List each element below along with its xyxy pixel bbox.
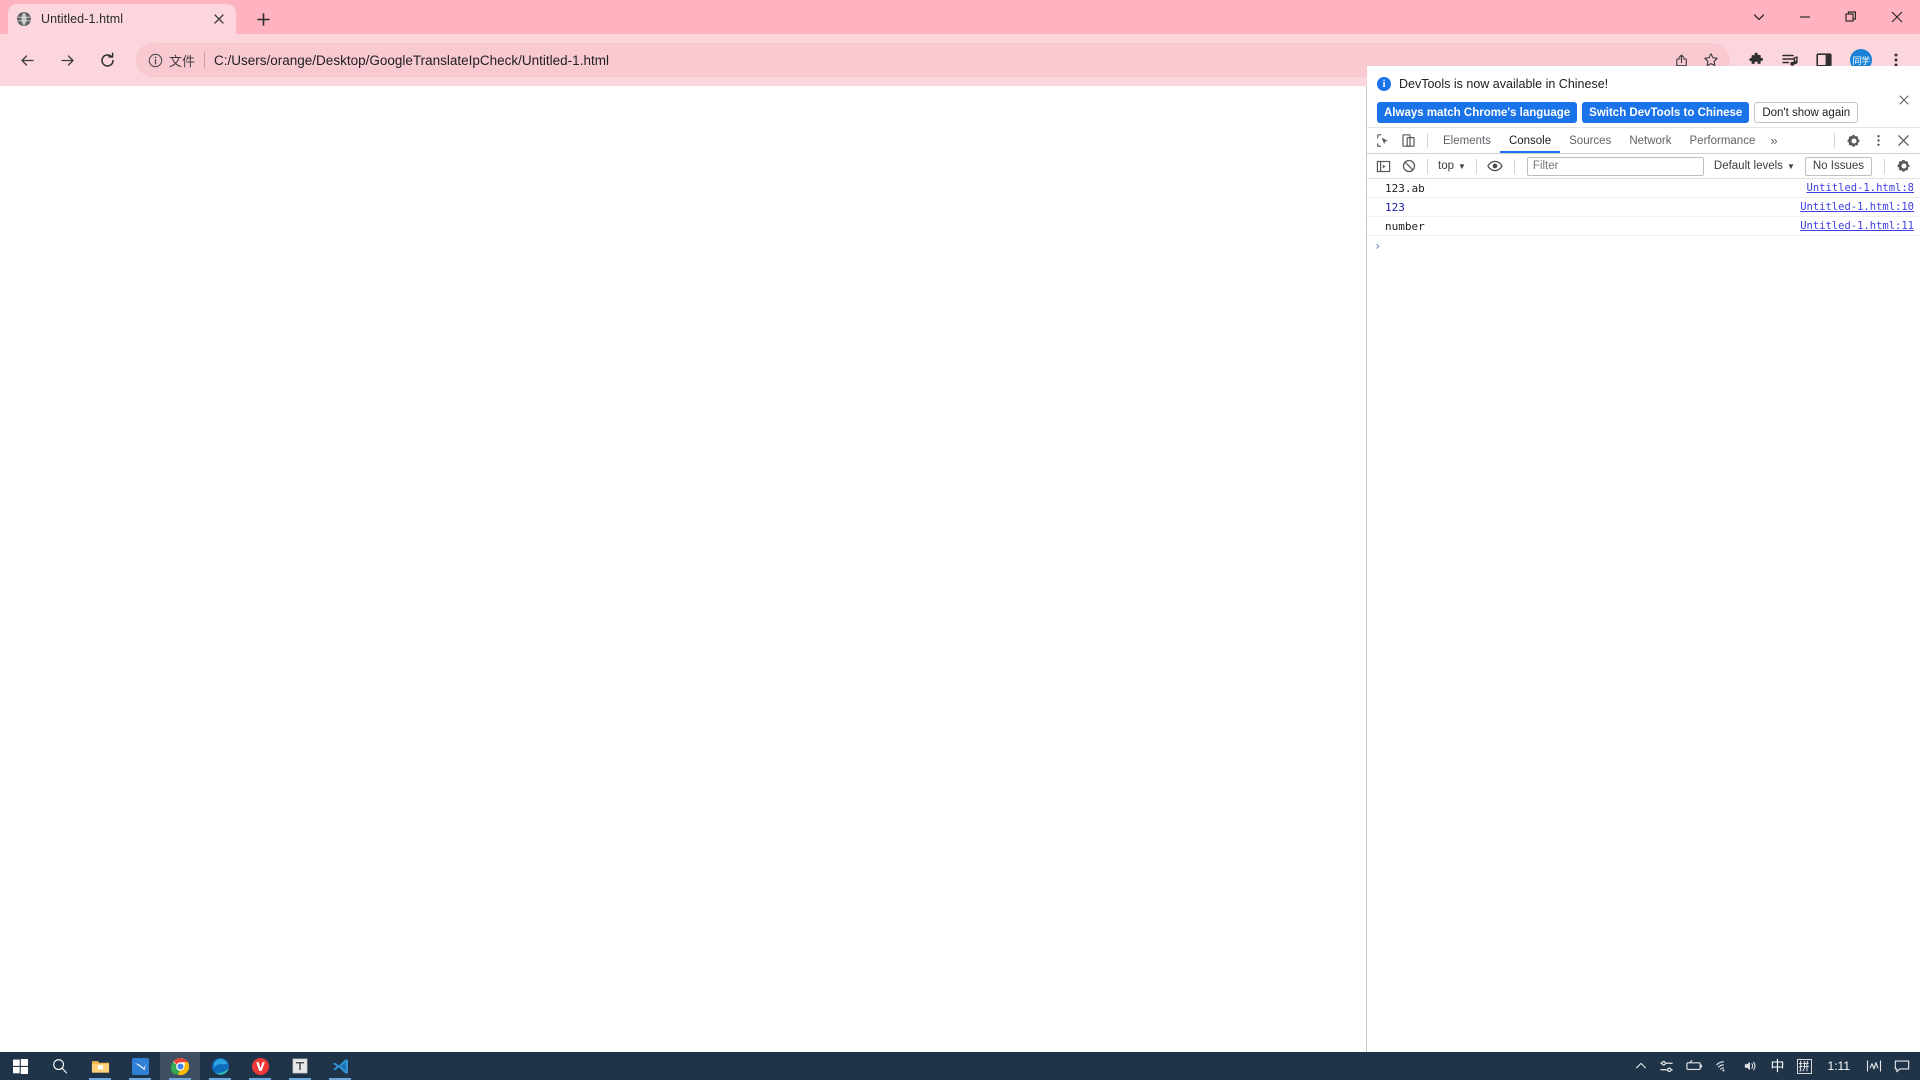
performance-monitor-icon[interactable] bbox=[1860, 1052, 1888, 1080]
reload-button[interactable] bbox=[90, 43, 124, 77]
prompt-caret-icon: › bbox=[1374, 239, 1382, 253]
search-button[interactable] bbox=[40, 1052, 80, 1080]
ime-mode-indicator[interactable]: 拼 bbox=[1791, 1052, 1818, 1080]
inspect-cursor-icon[interactable] bbox=[1371, 129, 1396, 153]
gear-icon[interactable] bbox=[1841, 129, 1866, 153]
microsoft-edge-button[interactable] bbox=[200, 1052, 240, 1080]
banner-close-icon[interactable] bbox=[1896, 92, 1912, 108]
forward-button[interactable] bbox=[50, 43, 84, 77]
console-log-row[interactable]: 123 Untitled-1.html:10 bbox=[1367, 198, 1920, 217]
file-explorer-button[interactable] bbox=[80, 1052, 120, 1080]
tab-console[interactable]: Console bbox=[1500, 128, 1560, 153]
tabbar-divider bbox=[1427, 133, 1428, 148]
console-log-row[interactable]: 123.ab Untitled-1.html:8 bbox=[1367, 179, 1920, 198]
banner-actions: Always match Chrome's language Switch De… bbox=[1377, 102, 1910, 123]
tabbar-divider-right bbox=[1834, 133, 1835, 148]
battery-icon[interactable] bbox=[1680, 1052, 1709, 1080]
consolebar-divider-1 bbox=[1427, 158, 1428, 174]
clock[interactable]: 1:11 bbox=[1818, 1059, 1860, 1073]
consolebar-divider-3 bbox=[1513, 158, 1515, 174]
console-context-selector[interactable]: top ▼ bbox=[1434, 156, 1470, 176]
minimize-button[interactable] bbox=[1782, 0, 1828, 34]
info-circle-icon[interactable] bbox=[146, 51, 164, 69]
clear-console-icon[interactable] bbox=[1396, 154, 1421, 178]
console-settings-gear-icon[interactable] bbox=[1891, 154, 1916, 178]
ime-mode-box: 拼 bbox=[1796, 1058, 1812, 1074]
tab-sources[interactable]: Sources bbox=[1560, 128, 1620, 153]
tray-overflow-icon[interactable] bbox=[1629, 1052, 1653, 1080]
tab-title: Untitled-1.html bbox=[41, 12, 124, 26]
banner-message-row: i DevTools is now available in Chinese! bbox=[1377, 74, 1910, 94]
volume-icon[interactable] bbox=[1737, 1052, 1765, 1080]
new-tab-button[interactable] bbox=[250, 6, 276, 32]
live-expression-icon[interactable] bbox=[1483, 154, 1508, 178]
always-match-chrome-language-button[interactable]: Always match Chrome's language bbox=[1377, 102, 1578, 123]
console-sidebar-icon[interactable] bbox=[1371, 154, 1396, 178]
google-chrome-button[interactable] bbox=[160, 1052, 200, 1080]
issues-button[interactable]: No Issues bbox=[1804, 156, 1872, 176]
console-output[interactable]: 123.ab Untitled-1.html:8 123 Untitled-1.… bbox=[1367, 179, 1920, 1058]
omnibox-scheme-label: 文件 bbox=[169, 53, 196, 69]
windows-taskbar: 中 拼 1:11 bbox=[0, 1052, 1920, 1080]
close-window-button[interactable] bbox=[1874, 0, 1920, 34]
consolebar-divider-4 bbox=[1884, 158, 1885, 174]
device-toggle-icon[interactable] bbox=[1396, 129, 1421, 153]
tab-close-icon[interactable] bbox=[210, 10, 228, 28]
wifi-icon[interactable] bbox=[1709, 1052, 1737, 1080]
log-source-link[interactable]: Untitled-1.html:10 bbox=[1800, 201, 1914, 213]
back-button[interactable] bbox=[10, 43, 44, 77]
console-log-row[interactable]: number Untitled-1.html:11 bbox=[1367, 217, 1920, 236]
start-button[interactable] bbox=[0, 1052, 40, 1080]
tab-performance[interactable]: Performance bbox=[1681, 128, 1765, 153]
more-tabs-icon[interactable]: » bbox=[1764, 133, 1783, 148]
chevron-down-icon: ▼ bbox=[1458, 161, 1466, 171]
window-controls bbox=[1736, 0, 1920, 34]
tab-strip: Untitled-1.html bbox=[0, 0, 1920, 34]
console-prompt[interactable]: › bbox=[1367, 236, 1920, 256]
typora-button[interactable] bbox=[280, 1052, 320, 1080]
bird-app-button[interactable] bbox=[120, 1052, 160, 1080]
switch-devtools-to-chinese-button[interactable]: Switch DevTools to Chinese bbox=[1582, 102, 1750, 123]
devtools-more-menu-icon[interactable] bbox=[1866, 129, 1891, 153]
log-message: number bbox=[1385, 219, 1425, 233]
log-source-link[interactable]: Untitled-1.html:8 bbox=[1807, 182, 1914, 194]
maximize-button[interactable] bbox=[1828, 0, 1874, 34]
dont-show-again-button[interactable]: Don't show again bbox=[1754, 102, 1859, 123]
vivaldi-button[interactable] bbox=[240, 1052, 280, 1080]
system-tray: 中 拼 1:11 bbox=[1629, 1052, 1920, 1080]
devtools-tab-bar: Elements Console Sources Network Perform… bbox=[1367, 128, 1920, 154]
devtools-close-icon[interactable] bbox=[1891, 129, 1916, 153]
banner-message: DevTools is now available in Chinese! bbox=[1399, 77, 1609, 91]
context-label: top bbox=[1438, 160, 1454, 172]
omnibox-separator bbox=[204, 52, 206, 68]
log-message: 123 bbox=[1385, 200, 1405, 214]
ime-language-indicator[interactable]: 中 bbox=[1765, 1052, 1791, 1080]
chevron-down-icon-levels: ▼ bbox=[1786, 161, 1795, 171]
tab-network[interactable]: Network bbox=[1620, 128, 1680, 153]
log-message: 123.ab bbox=[1385, 181, 1425, 195]
browser-tab[interactable]: Untitled-1.html bbox=[8, 4, 236, 34]
page-viewport[interactable] bbox=[0, 86, 1366, 1052]
devtools-language-banner: i DevTools is now available in Chinese! … bbox=[1367, 66, 1920, 128]
vscode-button[interactable] bbox=[320, 1052, 360, 1080]
notification-icon[interactable] bbox=[1888, 1052, 1916, 1080]
console-toolbar: top ▼ Default levels ▼ No Issues bbox=[1367, 154, 1920, 179]
devtools-panel: i DevTools is now available in Chinese! … bbox=[1367, 66, 1920, 1058]
consolebar-divider-2 bbox=[1475, 158, 1477, 174]
browser-window: Untitled-1.html 文件 C:/Users/orange/Deskt… bbox=[0, 0, 1920, 1058]
tab-search-button[interactable] bbox=[1736, 0, 1782, 34]
info-icon: i bbox=[1377, 77, 1391, 91]
network-settings-icon[interactable] bbox=[1653, 1052, 1680, 1080]
console-filter-input[interactable] bbox=[1526, 156, 1704, 176]
globe-icon bbox=[16, 11, 32, 27]
tab-elements[interactable]: Elements bbox=[1434, 128, 1500, 153]
levels-label: Default levels bbox=[1713, 160, 1783, 172]
devtools-tabbar-actions bbox=[1828, 129, 1920, 153]
log-source-link[interactable]: Untitled-1.html:11 bbox=[1800, 220, 1914, 232]
console-levels-selector[interactable]: Default levels ▼ bbox=[1710, 160, 1799, 172]
